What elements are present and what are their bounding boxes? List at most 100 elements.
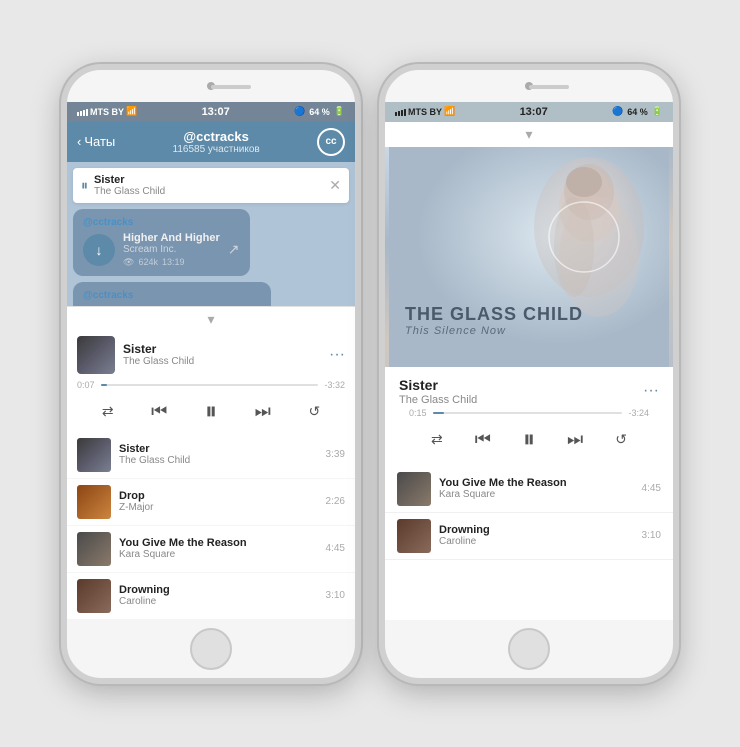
player-track-list: You Give Me the Reason Kara Square 4:45 … [385,466,673,620]
track-item-2[interactable]: You Give Me the Reason Kara Square 4:45 [67,526,355,573]
remaining-time-left: -3:32 [324,380,345,390]
bar4 [86,109,88,116]
current-track-name: Sister [123,342,321,356]
player-track-artist-0: Kara Square [439,489,634,500]
time-right: 13:07 [520,106,548,118]
screen-left: MTS BY 📶 13:07 🔵 64 % 🔋 ‹ Чаты @cctracks [67,102,355,620]
download-icon-1[interactable]: ↓ [83,234,115,266]
track-info-1: Drop Z-Major [119,490,318,513]
screen-right: MTS BY 📶 13:07 🔵 64 % 🔋 ▾ [385,102,673,620]
channel-icon[interactable]: cc [317,128,345,156]
audio-title-1: Higher And Higher [123,232,220,244]
next-button-left[interactable]: ⏭ [255,401,271,422]
progress-fill-left [101,384,108,386]
chat-sender-1: @cctracks [83,217,240,228]
chat-message-1: @cctracks ↓ Higher And Higher Scream Inc… [73,209,250,276]
track-duration-2: 4:45 [326,543,345,554]
main-container: MTS BY 📶 13:07 🔵 64 % 🔋 ‹ Чаты @cctracks [41,44,699,704]
mini-close-button[interactable]: ✕ [329,177,341,194]
player-track-item-1[interactable]: Drowning Caroline 3:10 [385,513,673,560]
progress-track-left[interactable] [101,384,319,386]
back-chevron-icon: ‹ [77,134,81,149]
progress-bar-left[interactable]: 0:07 -3:32 [67,378,355,392]
signal-bars [77,107,88,116]
prev-button-right[interactable]: ⏮ [475,429,491,450]
battery-icon-left: 🔋 [334,106,345,117]
more-options-button[interactable]: ··· [329,346,345,364]
shuffle-button-right[interactable]: ⇄ [431,431,443,448]
repeat-button-right[interactable]: ↺ [615,431,627,448]
album-band: THE GLASS CHILD [405,304,583,325]
pause-button-left[interactable]: ⏸ [205,398,217,426]
status-bar-left: MTS BY 📶 13:07 🔵 64 % 🔋 [67,102,355,122]
controls-row-left: ⇄ ⏮ ⏸ ⏭ ↺ [67,392,355,432]
album-art-bg: THE GLASS CHILD This Silence Now [385,147,673,367]
track-name-2: You Give Me the Reason [119,537,318,549]
battery-icon-right: 🔋 [652,106,663,117]
player-track-artist-1: Caroline [439,536,634,547]
progress-track-right[interactable] [433,412,623,414]
player-track-artist: The Glass Child [399,394,477,406]
signal-right: MTS BY 📶 [395,106,455,117]
track-item-1[interactable]: Drop Z-Major 2:26 [67,479,355,526]
mini-pause-button[interactable]: ⏸ [81,177,88,194]
repeat-button-left[interactable]: ↺ [308,403,320,420]
nav-title: @cctracks [115,129,317,144]
phone-right: MTS BY 📶 13:07 🔵 64 % 🔋 ▾ [379,64,679,684]
chat-content: ⏸ Sister The Glass Child ✕ @cctracks ↓ H… [67,162,355,306]
current-track-row: Sister The Glass Child ··· [67,332,355,378]
carrier-right: MTS BY [408,107,442,117]
track-artist-2: Kara Square [119,549,318,560]
cc-label: cc [325,136,336,147]
next-button-right[interactable]: ⏭ [567,429,583,450]
mini-player: ⏸ Sister The Glass Child ✕ [73,168,349,203]
track-name-3: Drowning [119,584,318,596]
track-name-1: Drop [119,490,318,502]
bar1 [77,112,79,116]
home-button-right[interactable] [508,628,550,670]
bar3 [83,110,85,116]
album-text-overlay: THE GLASS CHILD This Silence Now [405,304,583,337]
progress-bar-right[interactable]: 0:15 -3:24 [399,406,659,420]
album-title: This Silence Now [405,325,583,337]
current-thumb [77,336,115,374]
player-track-row: Sister The Glass Child ··· [399,377,659,406]
audio-info-1: Higher And Higher Scream Inc. 👁 624k 13:… [123,232,220,268]
player-collapse-arrow[interactable]: ▾ [385,122,673,147]
mini-track-artist: The Glass Child [94,186,323,197]
player-track-name-0: You Give Me the Reason [439,477,634,489]
player-track-item-0[interactable]: You Give Me the Reason Kara Square 4:45 [385,466,673,513]
track-info-2: You Give Me the Reason Kara Square [119,537,318,560]
chat-message-2: @cctracks ↓ Build My Gallows High Roller… [73,282,271,306]
prev-button-left[interactable]: ⏮ [151,401,167,422]
home-button-left[interactable] [190,628,232,670]
album-art-container: THE GLASS CHILD This Silence Now [385,147,673,367]
track-name-0: Sister [119,443,318,455]
track-item-0[interactable]: Sister The Glass Child 3:39 [67,432,355,479]
phone-left: MTS BY 📶 13:07 🔵 64 % 🔋 ‹ Чаты @cctracks [61,64,361,684]
bar4r [404,109,406,116]
track-thumb-2 [77,532,111,566]
eye-icon-1: 👁 [123,257,134,268]
more-options-button-right[interactable]: ··· [643,382,659,400]
bluetooth-icon-left: 🔵 [294,106,305,117]
track-list-left: Sister The Glass Child 3:39 Drop Z-Major… [67,432,355,620]
pause-button-right[interactable]: ⏸ [523,426,535,454]
battery-right: 64 % [627,107,648,117]
status-bar-right: MTS BY 📶 13:07 🔵 64 % 🔋 [385,102,673,122]
player-track-info-0: You Give Me the Reason Kara Square [439,477,634,500]
track-info-3: Drowning Caroline [119,584,318,607]
track-thumb-0 [77,438,111,472]
battery-left: 64 % [309,107,330,117]
track-info-0: Sister The Glass Child [119,443,318,466]
bar3r [401,110,403,116]
track-item-3[interactable]: Drowning Caroline 3:10 [67,573,355,620]
bluetooth-icon-right: 🔵 [612,106,623,117]
back-button[interactable]: ‹ Чаты [77,134,115,149]
track-duration-1: 2:26 [326,496,345,507]
forward-button-1[interactable]: ↗ [228,241,240,258]
collapse-arrow[interactable]: ▾ [67,307,355,332]
shuffle-button-left[interactable]: ⇄ [102,403,114,420]
carrier-left: MTS BY [90,107,124,117]
track-duration-0: 3:39 [326,449,345,460]
